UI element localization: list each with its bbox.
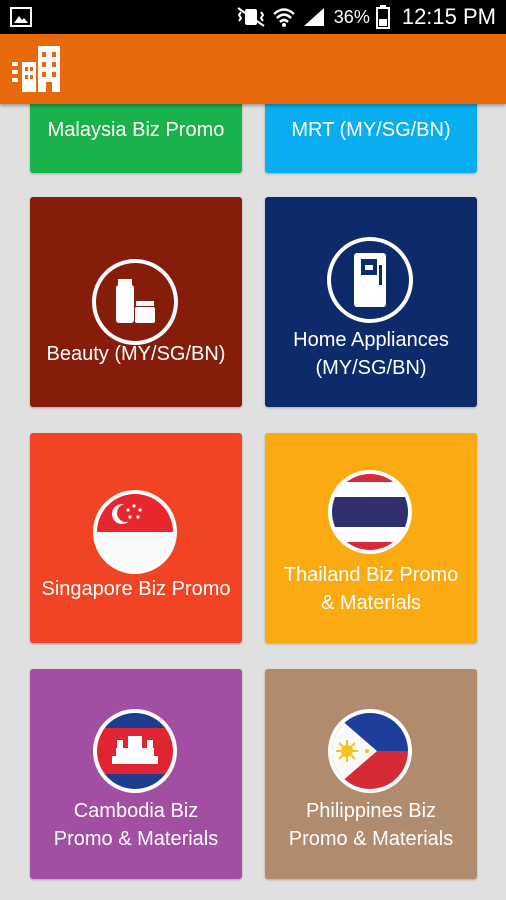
tile-cambodia-biz-promo[interactable]: Cambodia Biz Promo & Materials xyxy=(30,669,242,879)
signal-icon xyxy=(303,8,324,26)
tile-label: Malaysia Biz Promo xyxy=(47,119,225,141)
tile-beauty[interactable]: Beauty (MY/SG/BN) xyxy=(30,197,242,407)
tile-label: MRT (MY/SG/BN) xyxy=(291,119,451,141)
tile-label: Home Appliances (MY/SG/BN) xyxy=(293,329,449,379)
category-grid[interactable]: Malaysia Biz Promo MRT (MY/SG/BN) Beauty… xyxy=(0,104,506,900)
tile-philippines-biz-promo[interactable]: Philippines Biz Promo & Materials xyxy=(265,669,477,879)
battery-icon xyxy=(375,5,390,29)
refrigerator-icon xyxy=(327,237,413,323)
tile-label: Singapore Biz Promo xyxy=(41,578,231,600)
wifi-icon xyxy=(272,8,295,27)
vibrate-mute-icon xyxy=(237,7,265,27)
tile-home-appliances[interactable]: Home Appliances (MY/SG/BN) xyxy=(265,197,477,407)
battery-percent: 36% xyxy=(333,6,370,27)
cosmetics-icon xyxy=(92,259,178,345)
tile-label: Thailand Biz Promo & Materials xyxy=(283,564,459,614)
tile-label: Cambodia Biz Promo & Materials xyxy=(53,800,219,850)
tile-label: Beauty (MY/SG/BN) xyxy=(46,343,226,365)
tile-thailand-biz-promo[interactable]: Thailand Biz Promo & Materials xyxy=(265,433,477,643)
clock: 12:15 PM xyxy=(401,4,496,29)
gallery-notification-icon xyxy=(10,7,32,27)
tile-label: Philippines Biz Promo & Materials xyxy=(288,800,454,850)
philippines-flag-icon xyxy=(328,709,412,793)
tile-singapore-biz-promo[interactable]: Singapore Biz Promo xyxy=(30,433,242,643)
tile-malaysia-biz-promo[interactable]: Malaysia Biz Promo xyxy=(30,104,242,173)
app-bar xyxy=(0,34,506,104)
thailand-flag-icon xyxy=(328,470,412,554)
cambodia-flag-icon xyxy=(93,709,177,793)
status-bar: 36% 12:15 PM xyxy=(0,0,506,34)
singapore-flag-icon xyxy=(93,490,177,574)
buildings-menu-icon[interactable] xyxy=(10,42,64,96)
tile-mrt[interactable]: MRT (MY/SG/BN) xyxy=(265,104,477,173)
